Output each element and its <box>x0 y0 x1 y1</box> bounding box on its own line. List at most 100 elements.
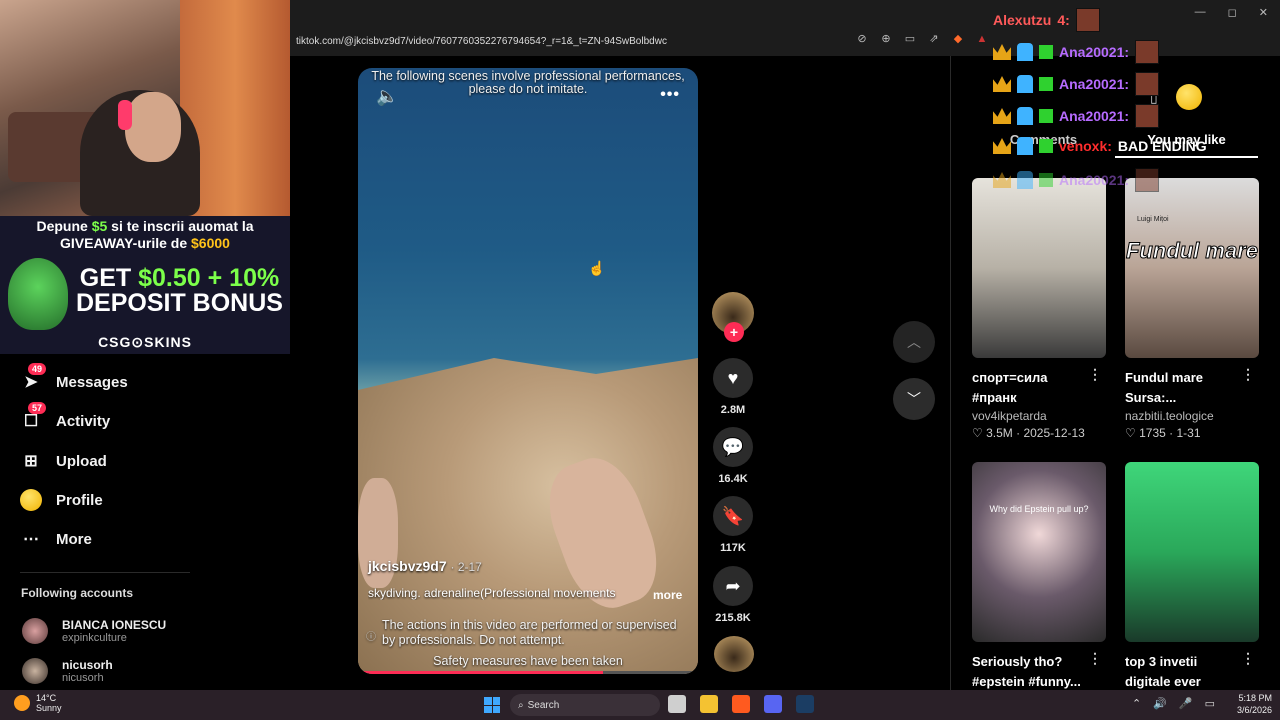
plus-square-icon: ⊞ <box>24 453 38 470</box>
sidebar-item-upload[interactable]: ⊞ Upload <box>20 450 107 472</box>
comment-icon[interactable]: 💬 <box>713 427 753 467</box>
share-arrow-icon[interactable]: ➦ <box>713 566 753 606</box>
next-video-button[interactable]: ﹀ <box>893 378 935 420</box>
network-icon[interactable]: ▭ <box>1205 697 1215 710</box>
file-explorer-icon[interactable] <box>700 695 718 713</box>
heart-icon[interactable]: ♥ <box>713 358 753 398</box>
author-name[interactable]: jkcisbvz9d7 <box>368 558 447 574</box>
recommended-video-card[interactable]: top 3 invetii digitale ever ⋮ <box>1125 462 1259 692</box>
video-thumbnail[interactable] <box>972 178 1106 358</box>
chevron-up-icon[interactable]: ⌃ <box>1132 697 1141 710</box>
steam-icon[interactable] <box>796 695 814 713</box>
promo-text: GET <box>79 264 139 292</box>
minimize-icon[interactable]: — <box>1195 6 1206 19</box>
cast-icon[interactable]: ▭ <box>903 32 917 46</box>
card-author[interactable]: nazbitii.teologice <box>1125 409 1259 423</box>
info-icon: ⓘ <box>366 632 376 643</box>
promo-amount: $5 <box>91 218 108 234</box>
recommended-video-card[interactable]: спорт=сила #пранк vov4ikpetarda ♡ 3.5M ·… <box>972 178 1106 440</box>
search-icon: ⌕ <box>518 699 524 711</box>
gift-badge-icon <box>1039 45 1053 59</box>
card-likes: 1735 <box>1139 426 1166 440</box>
speaker-icon[interactable]: 🔊 <box>1153 697 1167 710</box>
promo-logo: CSG⊙SKINS <box>98 334 192 350</box>
avatar <box>22 658 48 684</box>
robot-badge-icon <box>1017 107 1033 125</box>
emote-icon <box>1135 72 1160 96</box>
reader-mode-icon[interactable]: ⊘ <box>855 32 869 46</box>
kebab-menu-icon[interactable]: ⋮ <box>1241 650 1255 667</box>
brave-shield-icon[interactable]: ◆ <box>951 32 965 46</box>
address-bar-icons: ⊘ ⊕ ▭ ⇗ ◆ ▲ <box>855 32 989 46</box>
volume-icon[interactable]: 🔈 <box>376 86 398 107</box>
brave-browser-icon[interactable] <box>732 695 750 713</box>
maximize-icon[interactable]: ◻ <box>1228 6 1237 19</box>
window-controls: — ◻ ✕ <box>1195 6 1268 19</box>
task-view-icon[interactable] <box>668 695 686 713</box>
taskbar-clock[interactable]: 5:18 PM 3/6/2026 <box>1228 692 1272 716</box>
weather-text: 14°C Sunny <box>36 693 62 713</box>
kebab-menu-icon[interactable]: ⋮ <box>1088 650 1102 667</box>
save-action[interactable]: 🔖 117K <box>710 496 756 554</box>
chat-username: Ana20021: <box>1059 76 1130 92</box>
emote-icon <box>1135 104 1160 128</box>
card-title: Seriously tho? #epstein #funny... <box>972 654 1081 689</box>
windows-start-icon[interactable] <box>484 697 500 713</box>
discord-icon[interactable] <box>764 695 782 713</box>
rewards-icon[interactable]: ▲ <box>975 32 989 46</box>
avatar <box>22 618 48 644</box>
following-account[interactable]: nicusorh nicusorh <box>22 658 113 684</box>
previous-video-button[interactable]: ︿ <box>893 321 935 363</box>
promo-text: Depune <box>36 218 92 234</box>
video-player[interactable]: The following scenes involve professiona… <box>358 68 698 674</box>
sidebar-item-activity[interactable]: ☐ 57 Activity <box>20 402 110 432</box>
zoom-icon[interactable]: ⊕ <box>879 32 893 46</box>
close-icon[interactable]: ✕ <box>1259 6 1268 19</box>
taskbar-search[interactable]: ⌕ Search <box>510 694 660 716</box>
microphone-icon[interactable]: 🎤 <box>1179 697 1193 710</box>
music-disc-icon[interactable] <box>714 636 754 672</box>
chat-text: BAD ENDING <box>1117 138 1207 154</box>
comment-count: 16.4K <box>718 473 748 485</box>
sidebar-item-profile[interactable]: Profile <box>20 489 103 511</box>
recommended-video-card[interactable]: Luigi Mițoi Fundul mare Fundul mare Surs… <box>1125 178 1259 440</box>
card-date: 2025-12-13 <box>1023 426 1085 440</box>
search-label: Search <box>527 699 560 711</box>
kebab-menu-icon[interactable]: ⋮ <box>1241 366 1255 383</box>
robot-badge-icon <box>1017 137 1033 155</box>
share-action[interactable]: ➦ 215.8K <box>710 566 756 624</box>
sun-icon <box>14 695 30 711</box>
promo-text: GIVEAWAY-urile de <box>60 235 192 251</box>
kebab-menu-icon[interactable]: ⋮ <box>1088 366 1102 383</box>
description-more-link[interactable]: more <box>653 588 682 602</box>
follow-button[interactable]: + <box>724 322 744 342</box>
comment-action[interactable]: 💬 16.4K <box>710 427 756 485</box>
video-thumbnail[interactable]: Why did Epstein pull up? <box>972 462 1106 642</box>
sidebar-item-label: Messages <box>56 373 128 391</box>
activity-badge: 57 <box>28 402 47 414</box>
promo-amount: $6000 <box>191 235 230 251</box>
video-thumbnail[interactable]: Luigi Mițoi Fundul mare <box>1125 178 1259 358</box>
following-accounts-title: Following accounts <box>21 586 134 600</box>
account-handle: expinkculture <box>62 632 127 644</box>
sidebar-item-messages[interactable]: ➤ 49 Messages <box>20 363 128 393</box>
following-account[interactable]: BIANCA IONESCU expinkculture <box>22 618 166 644</box>
video-progress-bar[interactable] <box>358 671 698 674</box>
chat-username: Alexutzu <box>993 12 1052 28</box>
mouse-cursor-icon: ☝ <box>588 260 606 276</box>
bookmark-icon[interactable]: 🔖 <box>713 496 753 536</box>
like-count: 2.8M <box>720 404 746 416</box>
recommended-video-card[interactable]: Why did Epstein pull up? Seriously tho? … <box>972 462 1106 692</box>
like-action[interactable]: ♥ 2.8M <box>710 358 756 416</box>
weather-widget[interactable]: 14°C Sunny <box>14 693 62 713</box>
sidebar-item-more[interactable]: ⋯ More <box>20 528 92 550</box>
sidebar-item-label: Profile <box>56 491 103 509</box>
share-icon[interactable]: ⇗ <box>927 32 941 46</box>
video-author[interactable]: jkcisbvz9d7 · 2-17 <box>368 558 482 574</box>
more-options-icon[interactable]: ••• <box>660 86 680 104</box>
video-thumbnail[interactable] <box>1125 462 1259 642</box>
profile-avatar[interactable] <box>1175 84 1202 110</box>
card-meta: ♡ 3.5M · 2025-12-13 <box>972 426 1085 440</box>
warning-text: The actions in this video are performed … <box>382 618 677 647</box>
card-author[interactable]: vov4ikpetarda <box>972 409 1106 423</box>
